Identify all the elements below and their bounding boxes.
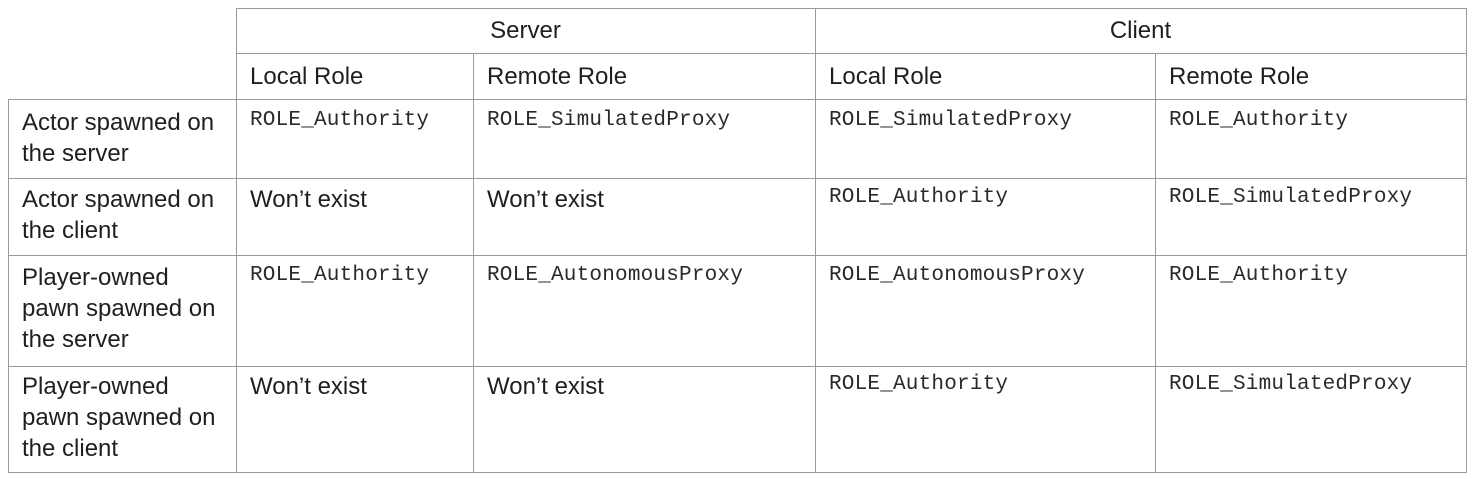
- grid-line: [8, 99, 1467, 100]
- table-cell: ROLE_Authority: [1169, 109, 1349, 132]
- table-cell: ROLE_Authority: [829, 373, 1009, 396]
- table-cell: ROLE_SimulatedProxy: [1169, 186, 1413, 209]
- role-table: Server Client Local Role Remote Role Loc…: [0, 0, 1474, 479]
- grid-line: [8, 99, 9, 473]
- grid-line: [236, 8, 237, 473]
- row-label-player-pawn-server: Player-owned pawn spawned on the server: [22, 264, 216, 353]
- table-cell: ROLE_AutonomousProxy: [829, 264, 1086, 287]
- table-cell: ROLE_Authority: [1169, 264, 1349, 287]
- grid-line: [1155, 53, 1156, 473]
- grid-line: [236, 53, 1467, 54]
- grid-line: [815, 8, 816, 473]
- header-server-local-role: Local Role: [250, 63, 364, 90]
- grid-line: [473, 53, 474, 473]
- grid-line: [8, 255, 1467, 256]
- row-label-actor-spawned-client: Actor spawned on the client: [22, 186, 215, 244]
- table-cell: Won’t exist: [487, 186, 604, 213]
- table-cell: ROLE_Authority: [250, 109, 430, 132]
- grid-line: [1466, 8, 1467, 473]
- row-label-player-pawn-client: Player-owned pawn spawned on the client: [22, 373, 216, 462]
- table-cell: ROLE_SimulatedProxy: [487, 109, 731, 132]
- header-server-remote-role: Remote Role: [487, 63, 628, 90]
- header-server: Server: [490, 17, 561, 44]
- grid-line: [8, 178, 1467, 179]
- grid-line: [236, 8, 1467, 9]
- grid-line: [8, 366, 1467, 367]
- table-cell: Won’t exist: [250, 186, 367, 213]
- table-cell: Won’t exist: [487, 373, 604, 400]
- grid-line: [8, 472, 1467, 473]
- row-label-actor-spawned-server: Actor spawned on the server: [22, 109, 215, 167]
- table-cell: Won’t exist: [250, 373, 367, 400]
- table-cell: ROLE_Authority: [250, 264, 430, 287]
- table-cell: ROLE_AutonomousProxy: [487, 264, 744, 287]
- header-client-local-role: Local Role: [829, 63, 943, 90]
- header-client: Client: [1109, 17, 1172, 44]
- header-client-remote-role: Remote Role: [1169, 63, 1310, 90]
- table-cell: ROLE_SimulatedProxy: [1169, 373, 1413, 396]
- table-cell: ROLE_Authority: [829, 186, 1009, 209]
- table-cell: ROLE_SimulatedProxy: [829, 109, 1073, 132]
